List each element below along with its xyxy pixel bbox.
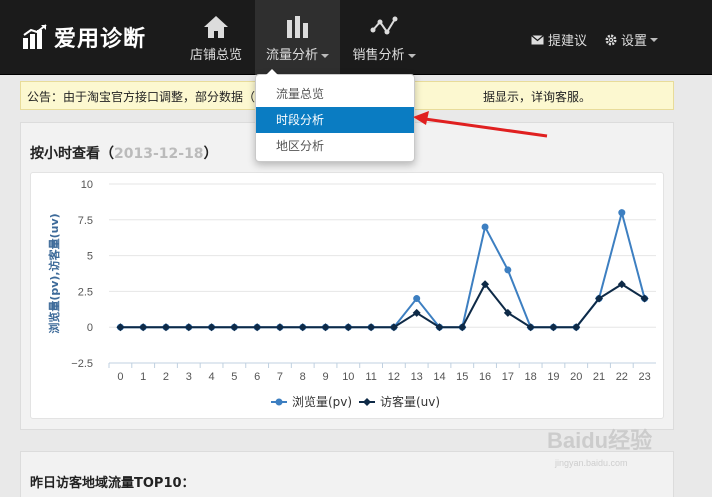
logo-chart-icon	[23, 24, 47, 49]
x-tick-label: 20	[570, 371, 582, 383]
data-point	[116, 323, 125, 332]
brand[interactable]: 爱用诊断	[22, 22, 146, 52]
notice-prefix: 公告：由于淘宝官方接口调整，部分数据（	[27, 90, 256, 104]
nav-label: 销售分析	[352, 48, 405, 63]
x-tick-label: 13	[411, 371, 423, 383]
x-tick-label: 16	[479, 371, 491, 383]
y-axis-label: 浏览量(pv),访客量(uv)	[47, 213, 61, 333]
watermark-subtext: jingyan.baidu.com	[554, 458, 628, 468]
legend-label: 访客量(uv)	[380, 394, 440, 409]
data-point	[413, 295, 421, 303]
data-point	[618, 209, 626, 217]
x-tick-label: 3	[186, 371, 192, 383]
traffic-dropdown-menu: 流量总览 时段分析 地区分析	[255, 69, 415, 162]
data-point	[367, 323, 376, 332]
x-tick-label: 23	[638, 371, 650, 383]
suggest-link[interactable]: 提建议	[531, 30, 587, 49]
bar-chart-icon	[286, 16, 308, 38]
x-tick-label: 4	[209, 371, 215, 383]
home-icon	[204, 16, 228, 38]
data-point	[458, 323, 467, 332]
line-chart-icon	[370, 16, 398, 35]
nav-traffic-analysis[interactable]: 流量分析	[255, 0, 340, 75]
y-tick-label: 5	[87, 251, 93, 263]
envelope-icon	[531, 34, 544, 44]
dropdown-item-hourly[interactable]: 时段分析	[256, 107, 414, 133]
dropdown-item-region[interactable]: 地区分析	[256, 133, 414, 159]
x-tick-label: 11	[365, 371, 376, 383]
y-tick-label: 7.5	[78, 215, 93, 227]
y-tick-label: −2.5	[71, 358, 93, 370]
x-tick-label: 19	[547, 371, 559, 383]
chart-container: 10 7.5 5 2.5 0 −2.5 0 1 2 3 4 5 6 7 8 9 10 11 12 13 14 15 16 17…	[30, 172, 664, 419]
panel-title: 按小时查看（2013-12-18）	[30, 146, 218, 162]
chevron-down-icon	[407, 53, 416, 58]
data-point	[139, 323, 148, 332]
series-line-1	[120, 282, 646, 329]
x-tick-label: 2	[163, 371, 169, 383]
x-tick-label: 12	[388, 371, 400, 383]
y-tick-label: 0	[87, 322, 93, 334]
data-point	[253, 323, 262, 332]
brand-name: 爱用诊断	[54, 27, 147, 52]
hourly-panel: 按小时查看（2013-12-18） 10 7.5 5 2.5 0 −2.5 0 1 2 3 4 5 6 7…	[20, 122, 674, 430]
x-tick-label: 9	[322, 371, 328, 383]
data-point	[321, 323, 330, 332]
panel-date: 2013-12-18	[114, 146, 204, 162]
nav-label: 店铺总览	[189, 48, 242, 63]
red-arrow-annotation	[413, 111, 548, 138]
data-point	[344, 323, 353, 332]
series-line-0	[120, 208, 646, 329]
x-tick-label: 22	[616, 371, 628, 383]
legend-label: 浏览量(pv)	[292, 394, 352, 409]
x-tick-label: 21	[593, 371, 605, 383]
data-point	[184, 323, 193, 332]
watermark-text: Baidu经验	[547, 428, 652, 453]
top-navbar: 爱用诊断 店铺总览 流量分析 销售分析 提建议 设置	[0, 0, 712, 75]
settings-label: 设置	[621, 34, 648, 49]
notice-suffix: 据显示，详询客服。	[483, 90, 592, 104]
legend-marker	[363, 398, 371, 406]
x-tick-label: 0	[117, 371, 123, 383]
data-point	[161, 323, 170, 332]
x-tick-label: 1	[140, 371, 146, 383]
data-point	[504, 266, 512, 274]
x-tick-label: 8	[300, 371, 306, 383]
x-tick-label: 6	[254, 371, 260, 383]
data-point	[298, 323, 307, 332]
x-tick-label: 17	[502, 371, 514, 383]
x-tick-label: 18	[525, 371, 537, 383]
data-point	[275, 323, 284, 332]
x-tick-label: 7	[277, 371, 283, 383]
x-tick-label: 10	[342, 371, 354, 383]
chevron-down-icon	[650, 37, 659, 42]
data-point	[549, 323, 558, 332]
x-tick-label: 15	[456, 371, 468, 383]
x-tick-label: 14	[433, 371, 445, 383]
dropdown-item-overview[interactable]: 流量总览	[256, 81, 414, 107]
suggest-label: 提建议	[548, 34, 588, 49]
baidu-jingyan-watermark: Baidu经验 jingyan.baidu.com	[547, 428, 652, 468]
nav-sales-analysis[interactable]: 销售分析	[345, 0, 423, 75]
y-tick-label: 2.5	[78, 286, 93, 298]
panel2-title: 昨日访客地域流量TOP10：	[30, 476, 195, 491]
hourly-line-chart: 107.552.50−2.50 1 2 3 4 5 6 7 8 9 10 11 12 13 14 15 16 17…	[47, 179, 656, 409]
data-point	[230, 323, 239, 332]
gear-icon	[605, 34, 617, 45]
data-point	[207, 323, 216, 332]
legend-marker	[275, 398, 283, 406]
nav-store-overview[interactable]: 店铺总览	[180, 0, 252, 75]
nav-label: 流量分析	[265, 48, 318, 63]
data-point	[481, 223, 489, 231]
chevron-down-icon	[321, 53, 329, 58]
x-tick-label: 5	[231, 371, 237, 383]
y-tick-label: 10	[81, 179, 93, 191]
settings-menu[interactable]: 设置	[605, 30, 659, 49]
